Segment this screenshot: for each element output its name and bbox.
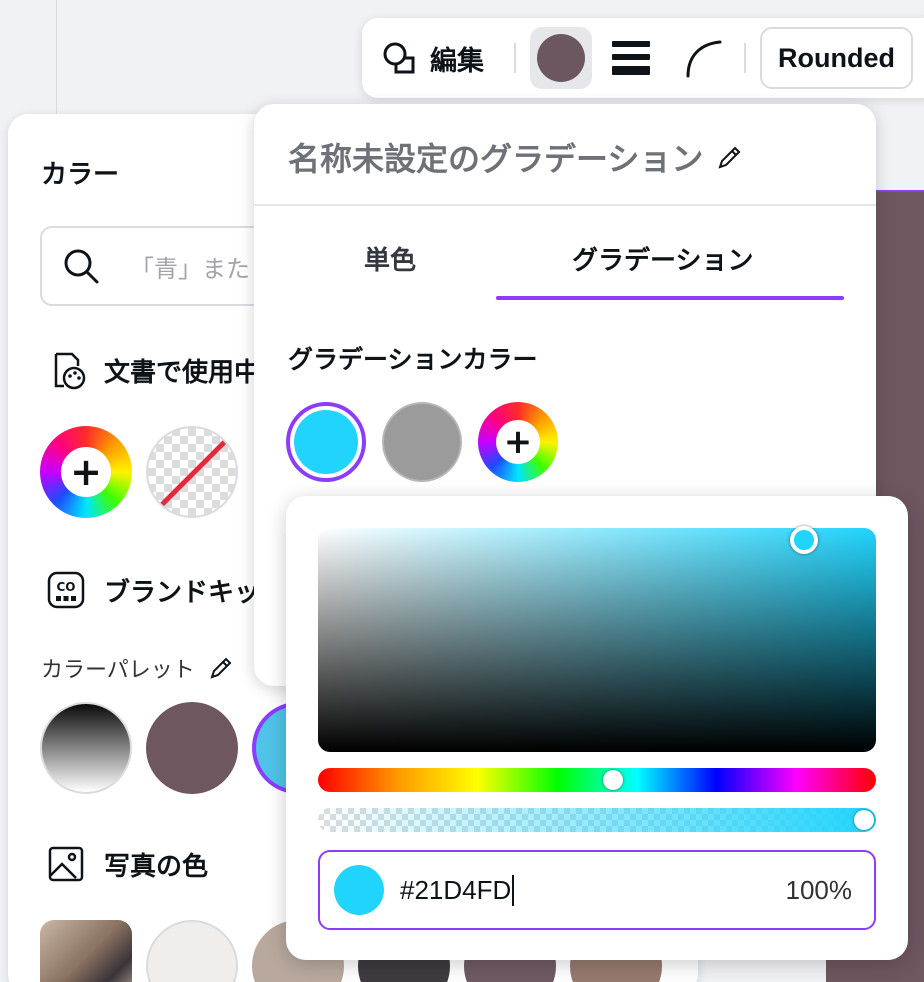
add-gradient-stop-button[interactable]: + <box>478 402 558 482</box>
palette-swatch[interactable] <box>146 702 238 794</box>
tab-gradient[interactable]: グラデーション <box>572 240 753 277</box>
brand-kit-label: ブランドキッ <box>104 577 261 608</box>
photo-swatch[interactable] <box>146 920 238 982</box>
gradient-name: 名称未設定のグラデーション <box>288 140 704 178</box>
editor-toolbar: 編集 Rounded <box>362 18 924 98</box>
gradient-stop-selected[interactable] <box>286 402 366 482</box>
hex-color-swatch <box>334 865 384 915</box>
palette-swatch[interactable] <box>40 702 132 794</box>
document-colors-label: 文書で使用中 <box>104 357 261 388</box>
photo-colors-header: 写真の色 <box>46 844 208 884</box>
current-color-swatch <box>537 34 585 82</box>
line-icon-bar <box>612 41 650 47</box>
brand-kit-icon: CO <box>47 571 85 609</box>
pencil-icon[interactable] <box>207 654 235 682</box>
edit-label: 編集 <box>430 45 484 77</box>
toolbar-divider <box>744 43 746 73</box>
opacity-slider[interactable] <box>318 808 876 832</box>
hue-slider[interactable] <box>318 768 876 792</box>
opacity-value[interactable]: 100% <box>786 875 853 906</box>
hex-value[interactable]: #21D4FD <box>400 874 515 906</box>
hex-input[interactable]: #21D4FD 100% <box>318 850 876 930</box>
add-color-button[interactable]: + <box>40 426 132 518</box>
gradient-title[interactable]: 名称未設定のグラデーション <box>288 134 745 180</box>
gradient-stop[interactable] <box>382 402 462 482</box>
panel-title: カラー <box>41 160 120 190</box>
transparent-swatch[interactable] <box>146 426 238 518</box>
opacity-gradient <box>318 808 876 832</box>
corner-rounding-icon[interactable] <box>684 38 724 78</box>
hue-handle[interactable] <box>603 770 624 790</box>
toolbar-divider <box>514 43 516 73</box>
search-icon <box>64 249 99 284</box>
plus-icon: + <box>496 420 540 464</box>
search-placeholder: 「青」また <box>130 254 250 283</box>
color-picker-popover: #21D4FD 100% <box>286 496 908 960</box>
plus-icon: + <box>61 447 111 497</box>
document-palette-icon <box>54 352 86 390</box>
document-colors-header: 文書で使用中 <box>46 350 260 390</box>
edit-shape-icon <box>383 42 415 74</box>
line-icon-bar <box>612 66 650 75</box>
canvas-guide-line <box>56 0 57 120</box>
stop-color <box>294 410 358 474</box>
photo-thumbnail[interactable] <box>40 920 132 982</box>
saturation-value-area[interactable] <box>318 526 876 752</box>
saturation-handle[interactable] <box>790 526 818 554</box>
gradient-stops-heading: グラデーションカラー <box>288 345 538 374</box>
brand-kit-header: CO ブランドキッ <box>46 570 260 610</box>
pencil-icon[interactable] <box>715 142 745 172</box>
opacity-handle[interactable] <box>854 810 874 830</box>
font-dropdown[interactable]: Rounded <box>760 27 913 89</box>
border-style-button[interactable] <box>612 41 650 75</box>
edit-button[interactable]: 編集 <box>382 36 484 80</box>
active-tab-indicator <box>496 296 844 300</box>
divider <box>254 204 876 206</box>
photo-colors-label: 写真の色 <box>104 851 209 882</box>
color-button[interactable] <box>530 27 592 89</box>
image-icon <box>48 846 84 882</box>
palette-label: カラーパレット <box>41 658 195 683</box>
svg-text:CO: CO <box>56 580 75 594</box>
palette-header: カラーパレット <box>41 652 235 684</box>
line-icon-bar <box>612 53 650 60</box>
tab-solid[interactable]: 単色 <box>364 240 416 277</box>
no-color-slash <box>155 433 233 512</box>
